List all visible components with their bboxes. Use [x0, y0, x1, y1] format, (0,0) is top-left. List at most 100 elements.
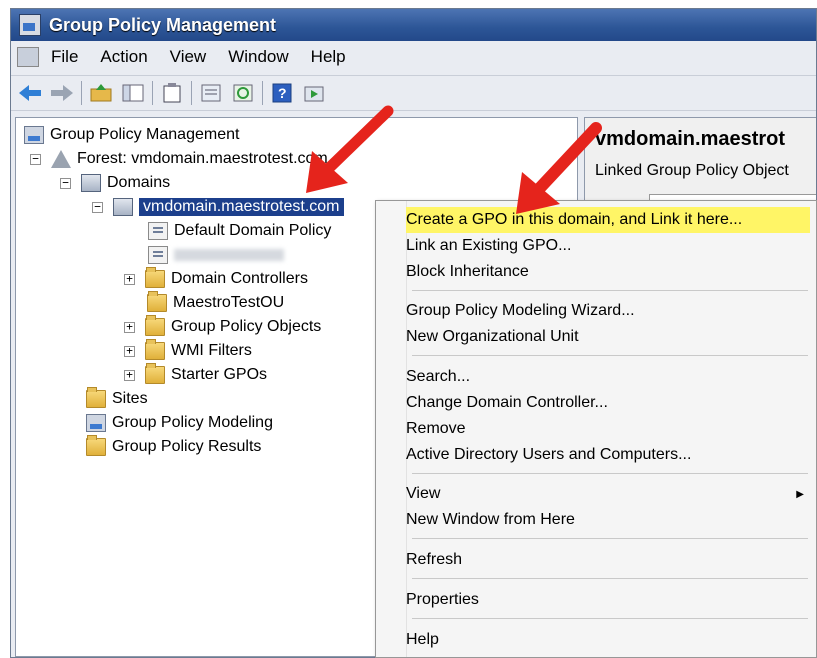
menu-action[interactable]: Action: [100, 47, 147, 67]
starter-gpo-folder-icon: [145, 363, 165, 384]
tree-node-default-domain-policy[interactable]: Default Domain Policy: [148, 220, 331, 242]
menu-item-properties[interactable]: Properties: [406, 587, 810, 613]
submenu-arrow-icon: ▶: [796, 488, 804, 500]
expand-toggle[interactable]: +: [124, 369, 135, 381]
menu-item-label: Properties: [406, 591, 479, 608]
results-icon: [86, 435, 106, 456]
back-arrow-icon[interactable]: [17, 80, 43, 106]
toolbar-separator: [191, 81, 192, 105]
group-policy-management-icon: [24, 126, 44, 144]
console-icon[interactable]: [301, 80, 327, 106]
menu-separator: [412, 355, 808, 356]
menu-item-label: Search...: [406, 368, 471, 385]
collapse-toggle[interactable]: −: [92, 201, 103, 213]
menu-item-refresh[interactable]: Refresh: [406, 547, 810, 573]
menu-item-label: View: [406, 485, 441, 502]
help-icon[interactable]: ?: [269, 80, 295, 106]
gpm-app-icon: [19, 14, 41, 36]
expand-toggle[interactable]: +: [124, 321, 135, 333]
tree-node-results[interactable]: Group Policy Results: [86, 435, 261, 458]
tree-node-label: WMI Filters: [171, 342, 252, 359]
refresh-icon[interactable]: [230, 80, 256, 106]
window-title: Group Policy Management: [49, 14, 277, 35]
up-folder-icon[interactable]: [88, 80, 114, 106]
toolbar-separator: [152, 81, 153, 105]
modeling-icon: [86, 414, 106, 432]
menu-item-label: Help: [406, 631, 439, 648]
toolbar-separator: [262, 81, 263, 105]
menu-item-view[interactable]: View ▶: [406, 481, 810, 507]
svg-text:?: ?: [278, 85, 287, 101]
toolbar-separator: [81, 81, 82, 105]
forward-arrow-icon[interactable]: [49, 80, 75, 106]
ou-folder-icon: [147, 291, 167, 312]
wmi-folder-icon: [145, 339, 165, 360]
gpo-folder-icon: [145, 315, 165, 336]
menu-help[interactable]: Help: [311, 47, 346, 67]
collapse-toggle[interactable]: −: [30, 153, 41, 165]
tab-linked-gpo[interactable]: Linked Group Policy Object: [595, 162, 789, 180]
menu-window[interactable]: Window: [228, 47, 288, 67]
menu-item-label: New Organizational Unit: [406, 328, 579, 345]
toolbar: ?: [11, 75, 816, 111]
annotation-arrow-icon: [516, 122, 602, 214]
context-menu: Create a GPO in this domain, and Link it…: [375, 200, 817, 658]
menu-separator: [412, 618, 808, 619]
tree-node-starter-gpos[interactable]: + Starter GPOs: [124, 363, 267, 386]
console-menu-icon[interactable]: [17, 47, 39, 67]
domains-icon: [81, 174, 101, 192]
tree-node-domain-controllers[interactable]: + Domain Controllers: [124, 267, 308, 290]
collapse-toggle[interactable]: −: [60, 177, 71, 189]
annotation-arrow-icon: [306, 105, 394, 193]
tree-node-gpo-container[interactable]: + Group Policy Objects: [124, 315, 322, 338]
menu-separator: [412, 538, 808, 539]
details-title: vmdomain.maestrot: [595, 128, 786, 150]
tree-node-forest[interactable]: − Forest: vmdomain.maestrotest.com: [30, 148, 328, 170]
menu-item-new-ou[interactable]: New Organizational Unit: [406, 324, 810, 350]
menu-item-search[interactable]: Search...: [406, 364, 810, 390]
menu-item-label: Block Inheritance: [406, 263, 529, 280]
tree-node-maestro-ou[interactable]: MaestroTestOU: [147, 291, 285, 314]
menu-view[interactable]: View: [170, 47, 207, 67]
menu-file[interactable]: File: [51, 47, 78, 67]
menu-item-label: Change Domain Controller...: [406, 394, 608, 411]
menu-item-link-existing-gpo[interactable]: Link an Existing GPO...: [406, 233, 810, 259]
tree-node-label: MaestroTestOU: [173, 294, 285, 311]
tree-node-sites[interactable]: Sites: [86, 387, 148, 410]
expand-toggle[interactable]: +: [124, 273, 135, 285]
title-bar[interactable]: Group Policy Management: [11, 9, 816, 41]
redacted-label: [174, 249, 284, 261]
tree-node-label: Group Policy Management: [50, 126, 240, 143]
menu-item-block-inheritance[interactable]: Block Inheritance: [406, 259, 810, 285]
tree-node-label: Group Policy Modeling: [112, 414, 273, 431]
forest-icon: [51, 150, 71, 168]
menu-item-label: Link an Existing GPO...: [406, 237, 572, 254]
tree-node-label: Sites: [112, 390, 148, 407]
expand-toggle[interactable]: +: [124, 345, 135, 357]
show-hide-tree-icon[interactable]: [120, 80, 146, 106]
clipboard-icon[interactable]: [159, 80, 185, 106]
menu-item-remove[interactable]: Remove: [406, 416, 810, 442]
tree-node-blurred-gpo[interactable]: [148, 244, 284, 266]
tree-node-modeling[interactable]: Group Policy Modeling: [86, 412, 273, 434]
properties-icon[interactable]: [198, 80, 224, 106]
menu-separator: [412, 290, 808, 291]
menu-item-aduc[interactable]: Active Directory Users and Computers...: [406, 442, 810, 468]
tree-node-wmi-filters[interactable]: + WMI Filters: [124, 339, 252, 362]
menu-item-help[interactable]: Help: [406, 627, 810, 653]
menu-item-new-window[interactable]: New Window from Here: [406, 507, 810, 533]
gpo-link-icon: [148, 222, 168, 240]
tree-node-domains[interactable]: − Domains: [60, 172, 170, 194]
menu-item-change-dc[interactable]: Change Domain Controller...: [406, 390, 810, 416]
tree-node-label: Group Policy Objects: [171, 318, 322, 335]
tree-node-root[interactable]: Group Policy Management: [24, 124, 239, 146]
menu-item-label: Active Directory Users and Computers...: [406, 446, 692, 463]
menu-bar: File Action View Window Help: [11, 43, 816, 71]
tree-node-label: Default Domain Policy: [174, 222, 332, 239]
tree-node-label-selected: vmdomain.maestrotest.com: [139, 198, 344, 216]
menu-separator: [412, 473, 808, 474]
menu-item-modeling-wizard[interactable]: Group Policy Modeling Wizard...: [406, 298, 810, 324]
menu-item-label: Refresh: [406, 551, 463, 568]
ou-folder-icon: [145, 267, 165, 288]
menu-item-label: Remove: [406, 420, 466, 437]
